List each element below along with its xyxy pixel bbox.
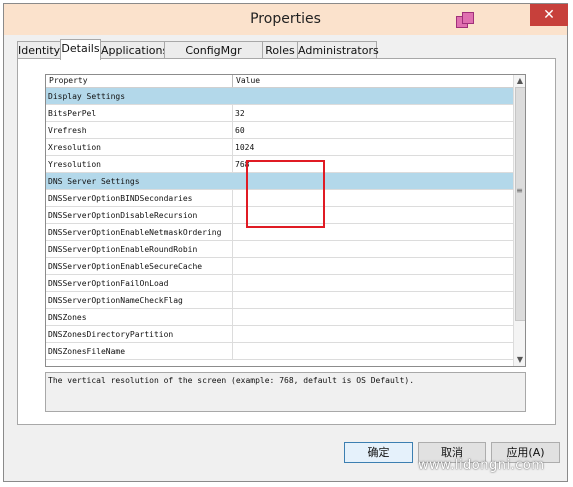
property-name: BitsPerPel [48, 109, 97, 118]
grid-scrollbar[interactable]: ▲ ≡ ▼ [513, 75, 525, 366]
tab-administrators[interactable]: Administrators [297, 41, 379, 59]
property-name: DNSServerOptionBINDSecondaries [48, 194, 193, 203]
scroll-down-icon[interactable]: ▼ [514, 354, 525, 366]
tab-applications[interactable]: Applications [100, 41, 168, 59]
scroll-up-icon[interactable]: ▲ [514, 75, 525, 87]
property-name: DNSServerOptionEnableRoundRobin [48, 245, 198, 254]
property-row[interactable]: DNSZonesDirectoryPartition [46, 326, 513, 343]
property-name: DNSServerOptionDisableRecursion [48, 211, 198, 220]
property-name: DNSZonesFileName [48, 347, 126, 356]
property-name: Vrefresh [48, 126, 87, 135]
value-column-header[interactable]: Value [236, 76, 260, 85]
property-name: Yresolution [48, 160, 101, 169]
property-name: DNSServerOptionEnableSecureCache [48, 262, 203, 271]
properties-app-icon [456, 12, 474, 28]
ok-button[interactable]: 确定 [344, 442, 413, 463]
scroll-thumb[interactable] [515, 87, 525, 321]
property-value[interactable]: 32 [235, 109, 245, 118]
category-label: Display Settings [48, 92, 126, 101]
close-button[interactable]: ✕ [530, 4, 568, 26]
title-bar[interactable]: Properties ✕ [4, 4, 568, 35]
properties-window: Properties ✕ Identity Details Applicatio… [3, 3, 568, 482]
property-row[interactable]: Vrefresh 60 [46, 122, 513, 139]
scroll-grip-icon: ≡ [516, 186, 523, 195]
property-description: The vertical resolution of the screen (e… [45, 372, 526, 412]
category-row[interactable]: Display Settings [46, 88, 513, 105]
property-name: DNSZonesDirectoryPartition [48, 330, 174, 339]
category-label: DNS Server Settings [48, 177, 140, 186]
tab-identity[interactable]: Identity [17, 41, 61, 59]
property-row[interactable]: DNSServerOptionFailOnLoad [46, 275, 513, 292]
property-name: DNSServerOptionNameCheckFlag [48, 296, 183, 305]
property-name: DNSServerOptionFailOnLoad [48, 279, 169, 288]
property-row[interactable]: DNSZones [46, 309, 513, 326]
property-row[interactable]: DNSServerOptionEnableRoundRobin [46, 241, 513, 258]
property-value[interactable]: 60 [235, 126, 245, 135]
watermark: www.lidongni.com [418, 458, 545, 473]
tab-details[interactable]: Details [60, 39, 101, 60]
property-row[interactable]: DNSServerOptionNameCheckFlag [46, 292, 513, 309]
property-column-header[interactable]: Property [49, 76, 88, 85]
property-row[interactable]: Xresolution 1024 [46, 139, 513, 156]
display-values-highlight [246, 160, 325, 228]
property-row[interactable]: DNSZonesFileName [46, 343, 513, 360]
window-title: Properties [250, 11, 321, 27]
property-row[interactable]: DNSServerOptionEnableSecureCache [46, 258, 513, 275]
property-row[interactable]: BitsPerPel 32 [46, 105, 513, 122]
property-name: Xresolution [48, 143, 101, 152]
details-panel: Property Value Display Settings BitsPerPe… [17, 58, 556, 425]
tab-roles[interactable]: Roles [262, 41, 298, 59]
grid-header: Property Value [46, 75, 513, 88]
tab-configmgr-packages[interactable]: ConfigMgr Packages [164, 41, 263, 74]
property-value[interactable]: 1024 [235, 143, 254, 152]
property-name: DNSServerOptionEnableNetmaskOrdering [48, 228, 222, 237]
property-name: DNSZones [48, 313, 87, 322]
